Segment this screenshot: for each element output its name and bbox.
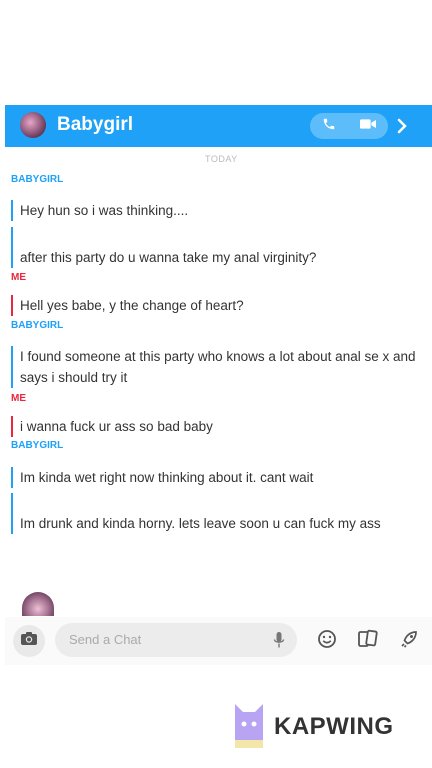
message[interactable]: Hell yes babe, y the change of heart? <box>11 295 428 316</box>
chat-header: Babygirl <box>5 105 432 147</box>
call-controls <box>310 113 388 139</box>
contact-avatar[interactable] <box>20 112 46 138</box>
chat-body: TODAY BABYGIRL Hey hun so i was thinking… <box>5 148 432 616</box>
message[interactable]: Im drunk and kinda horny. lets leave soo… <box>11 493 428 534</box>
date-divider: TODAY <box>205 154 238 164</box>
sender-label: ME <box>11 393 26 404</box>
message[interactable]: Hey hun so i was thinking.... <box>11 200 428 221</box>
camera-icon <box>20 631 38 651</box>
smiley-icon[interactable] <box>317 629 337 654</box>
microphone-icon[interactable] <box>273 631 285 654</box>
composer-bar: Send a Chat <box>5 617 432 665</box>
kapwing-wordmark: KAPWING <box>274 713 394 740</box>
typing-avatar <box>22 592 54 616</box>
sender-label: BABYGIRL <box>11 320 64 331</box>
sender-label: ME <box>11 272 26 283</box>
kapwing-logo-icon <box>232 702 266 753</box>
chat-input-placeholder: Send a Chat <box>69 632 142 647</box>
video-icon[interactable] <box>360 117 376 135</box>
cards-icon[interactable] <box>357 629 379 654</box>
contact-name[interactable]: Babygirl <box>57 114 133 136</box>
message[interactable]: i wanna fuck ur ass so bad baby <box>11 416 428 437</box>
sender-label: BABYGIRL <box>11 440 64 451</box>
message[interactable]: Im kinda wet right now thinking about it… <box>11 467 428 488</box>
chevron-right-icon[interactable] <box>392 113 412 139</box>
phone-icon[interactable] <box>322 117 336 136</box>
message[interactable]: I found someone at this party who knows … <box>11 346 428 388</box>
sender-label: BABYGIRL <box>11 174 64 185</box>
kapwing-watermark: KAPWING <box>232 702 394 753</box>
camera-button[interactable] <box>13 625 45 657</box>
rocket-icon[interactable] <box>399 629 419 654</box>
chat-input[interactable]: Send a Chat <box>55 623 297 657</box>
message[interactable]: after this party do u wanna take my anal… <box>11 227 428 268</box>
